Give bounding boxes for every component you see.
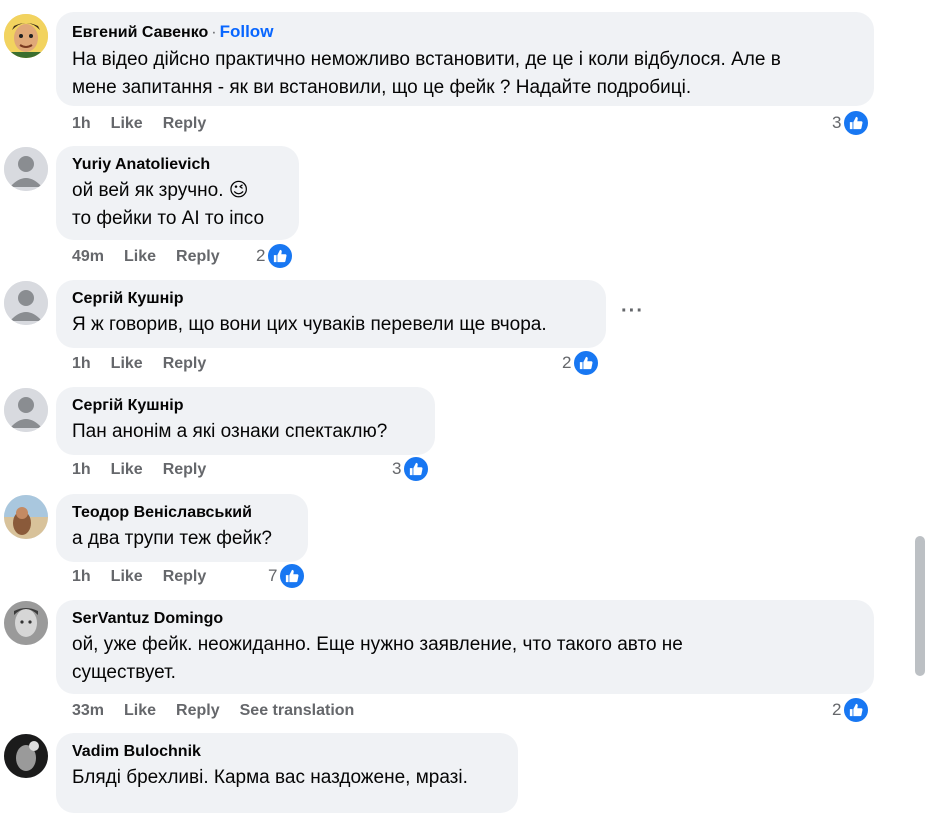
see-translation-button[interactable]: See translation [240, 702, 355, 720]
comment-timestamp[interactable]: 1h [72, 115, 91, 133]
reply-button[interactable]: Reply [176, 702, 220, 720]
follow-separator: · [211, 24, 217, 41]
reaction-count[interactable]: 3 [832, 109, 871, 137]
comment-actions: 1h Like Reply [72, 458, 206, 482]
more-options-icon[interactable]: ··· [621, 300, 644, 323]
like-button[interactable]: Like [111, 568, 143, 586]
reaction-count-number: 7 [268, 566, 278, 585]
comment-actions: 49m Like Reply [72, 245, 220, 269]
comment-bubble: Теодор Веніславський а два трупи теж фей… [56, 494, 308, 562]
reply-button[interactable]: Reply [163, 461, 207, 479]
like-reaction-icon [402, 455, 431, 483]
comment-author[interactable]: Vadim Bulochnik [72, 741, 502, 763]
scrollbar-thumb[interactable] [915, 536, 925, 676]
comment-author[interactable]: Сергій Кушнір [72, 288, 590, 310]
comment-author[interactable]: Yuriy Anatolievich [72, 154, 283, 176]
reaction-count-number: 3 [392, 459, 402, 478]
comment-text: ой вей як зручно. 😉 то фейки то AI то іп… [72, 180, 265, 229]
like-reaction-icon [278, 562, 307, 590]
comment-actions: 1h Like Reply [72, 565, 206, 589]
reaction-count[interactable]: 7 [268, 562, 307, 590]
comment-author[interactable]: Сергій Кушнір [72, 395, 419, 417]
comment-bubble: Сергій Кушнір Пан анонім а які ознаки сп… [56, 387, 435, 455]
like-button[interactable]: Like [124, 248, 156, 266]
comment-bubble: Yuriy Anatolievich ой вей як зручно. 😉 т… [56, 146, 299, 240]
avatar[interactable] [4, 388, 48, 432]
like-button[interactable]: Like [124, 702, 156, 720]
reply-button[interactable]: Reply [163, 568, 207, 586]
comment-bubble: Сергій Кушнір Я ж говорив, що вони цих ч… [56, 280, 606, 348]
reaction-count[interactable]: 3 [392, 455, 431, 483]
like-reaction-icon [842, 696, 871, 724]
comment-actions: 1h Like Reply [72, 112, 206, 136]
reaction-count-number: 2 [832, 700, 842, 719]
comment-bubble: Vadim Bulochnik Бляді брехливі. Карма ва… [56, 733, 518, 813]
comment-author[interactable]: Теодор Веніславський [72, 502, 292, 524]
comment-text: Бляді брехливі. Карма вас наздожене, мра… [72, 767, 468, 788]
like-reaction-icon [572, 349, 601, 377]
comment-bubble: SerVantuz Domingo ой, уже фейк. неожидан… [56, 600, 874, 694]
like-button[interactable]: Like [111, 461, 143, 479]
follow-button[interactable]: Follow [220, 22, 274, 41]
comment-text: Я ж говорив, що вони цих чуваків перевел… [72, 314, 547, 335]
avatar[interactable] [4, 14, 48, 58]
comment-actions: 1h Like Reply [72, 352, 206, 376]
like-reaction-icon [842, 109, 871, 137]
comment-bubble: Евгений Савенко · Follow На відео дійсно п… [56, 12, 874, 106]
reply-button[interactable]: Reply [163, 115, 207, 133]
comment-timestamp[interactable]: 1h [72, 568, 91, 586]
comment-text: ой, уже фейк. неожиданно. Еще нужно заяв… [72, 634, 683, 683]
reaction-count-number: 3 [832, 113, 842, 132]
like-button[interactable]: Like [111, 355, 143, 373]
comment-author[interactable]: Евгений Савенко [72, 24, 208, 41]
reaction-count-number: 2 [562, 353, 572, 372]
comment-timestamp[interactable]: 1h [72, 461, 91, 479]
comment-text: На відео дійсно практично неможливо вста… [72, 49, 781, 98]
avatar[interactable] [4, 734, 48, 778]
reaction-count[interactable]: 2 [832, 696, 871, 724]
avatar[interactable] [4, 147, 48, 191]
reaction-count-number: 2 [256, 246, 266, 265]
like-reaction-icon [266, 242, 295, 270]
reply-button[interactable]: Reply [176, 248, 220, 266]
reaction-count[interactable]: 2 [256, 242, 295, 270]
comment-timestamp[interactable]: 33m [72, 702, 104, 720]
comment-author[interactable]: SerVantuz Domingo [72, 608, 858, 630]
comment-timestamp[interactable]: 1h [72, 355, 91, 373]
comment-timestamp[interactable]: 49m [72, 248, 104, 266]
avatar[interactable] [4, 495, 48, 539]
avatar[interactable] [4, 601, 48, 645]
like-button[interactable]: Like [111, 115, 143, 133]
comment-actions: 33m Like Reply See translation [72, 699, 354, 723]
comment-text: Пан анонім а які ознаки спектаклю? [72, 421, 388, 442]
reaction-count[interactable]: 2 [562, 349, 601, 377]
reply-button[interactable]: Reply [163, 355, 207, 373]
avatar[interactable] [4, 281, 48, 325]
comment-text: а два трупи теж фейк? [72, 528, 272, 549]
